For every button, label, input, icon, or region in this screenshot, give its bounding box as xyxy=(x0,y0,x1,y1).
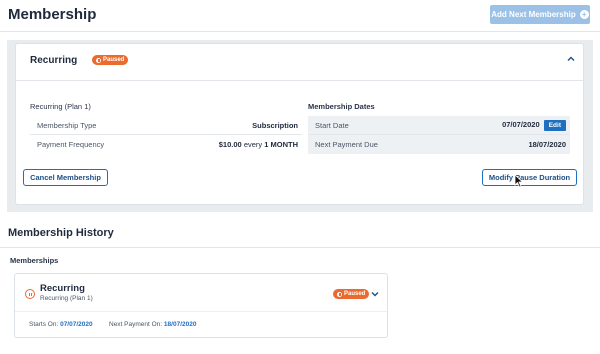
pause-icon xyxy=(337,291,342,297)
payment-period: 1 MONTH xyxy=(264,140,298,149)
membership-type-value: Subscription xyxy=(252,120,298,130)
next-payment-on-label: Next Payment On: xyxy=(109,321,163,328)
next-payment-label: Next Payment Due xyxy=(315,140,378,149)
history-next-payment: Next Payment On: 18/07/2020 xyxy=(109,321,196,328)
divider xyxy=(15,311,387,312)
divider xyxy=(16,80,583,81)
status-badge: Paused xyxy=(333,289,370,299)
divider xyxy=(0,247,600,248)
history-membership-card[interactable]: Recurring Recurring (Plan 1) Paused Star… xyxy=(14,273,388,338)
payment-frequency-value: $10.00 every 1 MONTH xyxy=(219,140,302,149)
cancel-membership-button[interactable]: Cancel Membership xyxy=(23,169,108,186)
chevron-up-icon[interactable] xyxy=(566,54,576,64)
edit-start-date-button[interactable]: Edit xyxy=(543,119,566,131)
payment-frequency-label: Payment Frequency xyxy=(37,140,105,149)
payment-every: every xyxy=(243,140,263,149)
history-membership-plan: Recurring (Plan 1) xyxy=(40,295,93,302)
divider xyxy=(0,31,600,32)
history-membership-name: Recurring xyxy=(40,283,85,294)
add-next-membership-button[interactable]: Add Next Membership + xyxy=(490,5,590,24)
membership-type-row: Membership Type Subscription xyxy=(30,116,302,135)
chevron-down-icon[interactable] xyxy=(370,289,380,299)
start-date-value-group: 07/07/2020 Edit xyxy=(502,119,570,131)
current-membership-card: Recurring Paused Recurring (Plan 1) Memb… xyxy=(15,43,584,205)
start-date-row: Start Date 07/07/2020 Edit xyxy=(308,116,570,135)
next-payment-row: Next Payment Due 18/07/2020 xyxy=(308,135,570,154)
dates-section-title: Membership Dates xyxy=(308,102,375,111)
start-date-value: 07/07/2020 xyxy=(502,119,540,129)
history-title: Membership History xyxy=(8,227,114,239)
plus-circle-icon: + xyxy=(579,10,589,19)
add-next-membership-label: Add Next Membership xyxy=(491,10,576,19)
plan-section-title: Recurring (Plan 1) xyxy=(30,102,91,111)
next-payment-on-value: 18/07/2020 xyxy=(163,321,197,328)
pause-circle-icon xyxy=(25,289,35,299)
pause-icon xyxy=(96,57,101,63)
status-badge-label: Paused xyxy=(103,57,125,63)
next-payment-value: 18/07/2020 xyxy=(528,140,566,149)
payment-frequency-row: Payment Frequency $10.00 every 1 MONTH xyxy=(30,135,302,154)
mouse-cursor-icon xyxy=(514,174,524,188)
modify-pause-duration-button[interactable]: Modify Pause Duration xyxy=(482,169,577,186)
status-badge: Paused xyxy=(92,55,129,65)
page-title: Membership xyxy=(8,6,97,23)
start-date-label: Start Date xyxy=(315,120,349,130)
status-badge-label: Paused xyxy=(344,291,366,297)
memberships-subtitle: Memberships xyxy=(10,256,59,265)
history-starts-on: Starts On: 07/07/2020 xyxy=(29,321,93,328)
payment-amount: $10.00 xyxy=(218,140,242,149)
membership-type-label: Membership Type xyxy=(37,120,97,130)
starts-on-label: Starts On: xyxy=(29,321,59,328)
starts-on-value: 07/07/2020 xyxy=(60,321,93,328)
membership-name: Recurring xyxy=(30,55,78,66)
